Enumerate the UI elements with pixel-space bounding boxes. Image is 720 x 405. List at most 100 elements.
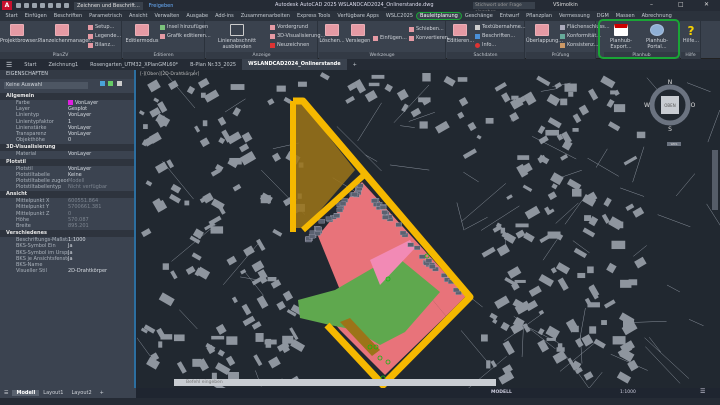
annotation-scale[interactable]: 1:1000 (620, 390, 636, 395)
property-value[interactable]: 2D-Drahtkörper (68, 268, 107, 274)
property-value[interactable]: Nicht verfügbar (68, 184, 107, 190)
sachdaten-editieren-button[interactable]: Editieren... (447, 24, 474, 44)
ribbon-tab[interactable]: Verwalten (151, 13, 183, 19)
share-button[interactable]: Freigeben (149, 3, 174, 9)
save-icon[interactable] (31, 3, 37, 8)
vordergrund-button[interactable]: Vordergrund (270, 24, 308, 30)
planzeichenmanager-button[interactable]: Planzeichenmanager... (38, 24, 95, 44)
versiegen-button[interactable]: Versiegen (345, 24, 371, 44)
ueberlappung-button[interactable]: Überlappung... (526, 24, 563, 44)
beschriften-button[interactable]: Beschriften... (475, 33, 515, 39)
navbar-scroll[interactable] (712, 150, 718, 210)
ribbon-tab[interactable]: Parametrisch (86, 13, 126, 19)
property-row[interactable]: Material VonLayer (0, 151, 134, 157)
drawing-canvas[interactable]: [-][Oben][2D-Drahtkörper] OBEN N S W O W… (137, 70, 720, 388)
user-account[interactable]: VSimolkin (553, 2, 578, 8)
site-plan[interactable] (137, 70, 720, 388)
ribbon-tab[interactable]: Start (2, 13, 21, 19)
neuzeichnen-button[interactable]: Neuzeichnen (270, 42, 309, 48)
ribbon-tab[interactable]: Einfügen (21, 13, 50, 19)
compass-west[interactable]: W (644, 102, 650, 109)
ribbon-tab[interactable]: Geschänge (461, 13, 496, 19)
quickselect-icon[interactable] (99, 81, 105, 86)
file-tab[interactable]: Start (18, 62, 42, 68)
autocad-logo[interactable]: A (2, 1, 12, 10)
property-value[interactable]: VonLayer (68, 151, 91, 157)
plot-icon[interactable] (47, 3, 53, 8)
add-layout-button[interactable]: + (96, 390, 108, 396)
menu-icon[interactable]: ☰ (0, 61, 18, 69)
maximize-button[interactable]: □ (678, 1, 684, 8)
close-button[interactable]: ✕ (704, 1, 709, 8)
layout-tab[interactable]: Modell (12, 390, 40, 396)
grafik-editieren-button[interactable]: Grafik editieren... (160, 33, 211, 39)
textuebernahme-button[interactable]: Textübernahme... (475, 24, 526, 30)
ribbon-tab[interactable]: Ausgabe (183, 13, 212, 19)
property-section[interactable]: Plotstil (0, 158, 134, 166)
minimize-button[interactable]: – (650, 1, 653, 8)
new-tab-button[interactable]: + (347, 62, 363, 68)
viewport-label[interactable]: [-][Oben][2D-Drahtkörper] (140, 72, 199, 77)
ribbon-tab[interactable]: Pflanzplan (523, 13, 556, 19)
model-space-toggle[interactable]: MODELL (491, 390, 512, 395)
loeschen-button[interactable]: Löschen... (319, 24, 345, 44)
linienabschnitt-button[interactable]: Linienabschnitt ausblenden (208, 24, 266, 50)
file-tab[interactable]: Rosengarten_UTM32_XPlanGML60* (84, 62, 184, 68)
insel-hinzufuegen-button[interactable]: Insel hinzufügen (160, 24, 208, 30)
ribbon-tab[interactable]: Express Tools (293, 13, 333, 19)
setup-button[interactable]: Setup... (88, 24, 114, 30)
property-row[interactable]: Breite 895.201 (0, 223, 134, 229)
property-row[interactable]: Objekthöhe 0 (0, 137, 134, 143)
legende-button[interactable]: Legende... (88, 33, 121, 39)
customize-icon[interactable]: ☰ (700, 388, 705, 395)
compass-south[interactable]: S (668, 126, 672, 133)
file-tab[interactable]: WSLANDCAD2024_Onlinerstande (242, 59, 347, 70)
property-section[interactable]: Ansicht (0, 191, 134, 199)
konformitaet-button[interactable]: Konformität... (560, 33, 601, 39)
file-tab[interactable]: Zeichnung1 (43, 62, 85, 68)
property-value[interactable]: VonLayer (68, 112, 91, 118)
property-value[interactable]: VonLayer (68, 131, 91, 137)
ribbon-tab[interactable]: Add-ins (212, 13, 238, 19)
ribbon-tab[interactable]: Zusammenarbeiten (237, 13, 293, 19)
compass-east[interactable]: O (691, 102, 696, 109)
layout-menu-icon[interactable]: ☰ (0, 390, 12, 396)
property-value[interactable]: Ja (68, 256, 73, 262)
info-button[interactable]: Info... (475, 42, 496, 48)
selection-dropdown[interactable]: Keine Auswahl (4, 82, 88, 89)
property-section[interactable]: 3D-Visualisierung (0, 144, 134, 152)
projektbrowser-button[interactable]: Projektbrowser... (0, 24, 42, 44)
einfuegen-button[interactable]: Einfügen... (373, 35, 407, 41)
viewcube[interactable]: OBEN N S W O (640, 75, 700, 135)
schieben-button[interactable]: Schieben... (409, 26, 444, 32)
open-icon[interactable] (23, 3, 29, 8)
select-objects-icon[interactable] (108, 81, 114, 86)
ribbon-tab[interactable]: Beschriften (50, 13, 85, 19)
property-section[interactable]: Allgemein (0, 93, 134, 100)
ribbon-tab[interactable]: Vermessung (556, 13, 594, 19)
ribbon-tab[interactable]: Bauleitplanung (415, 12, 463, 20)
pickadd-icon[interactable] (116, 81, 122, 86)
property-section[interactable]: Verschiedenes (0, 230, 134, 238)
saveas-icon[interactable] (39, 3, 45, 8)
ribbon-tab[interactable]: WSLC2025 (382, 13, 416, 19)
property-value[interactable]: 0 (68, 137, 71, 143)
undo-icon[interactable] (55, 3, 61, 8)
property-row[interactable]: Visueller Stil 2D-Drahtkörper (0, 268, 134, 274)
file-tab[interactable]: B-Plan Nr.33_2025 (184, 62, 242, 68)
3d-visualisierung-button[interactable]: 3D-Visualisierung... (270, 33, 325, 39)
ribbon-tab[interactable]: Ansicht (126, 13, 151, 19)
wcs-menu[interactable]: WKS (667, 142, 681, 146)
ribbon-tab[interactable]: Entwurf (496, 13, 522, 19)
layout-tab[interactable]: Layout2 (67, 390, 95, 396)
hilfe-button[interactable]: ? Hilfe... (681, 24, 701, 44)
bilanz-button[interactable]: Bilanz... (88, 42, 115, 48)
editiermodus-button[interactable]: Editiermodus (125, 24, 159, 44)
compass-north[interactable]: N (668, 79, 673, 86)
property-row[interactable]: Plotstiltabellentyp Nicht verfügbar (0, 184, 134, 190)
viewcube-face[interactable]: OBEN (664, 103, 675, 108)
property-value[interactable]: 895.201 (68, 223, 89, 229)
property-value[interactable]: 5700661.381 (68, 204, 101, 210)
workspace-dropdown[interactable]: Zeichnen und Beschrift... (74, 1, 143, 10)
redo-icon[interactable] (63, 3, 69, 8)
